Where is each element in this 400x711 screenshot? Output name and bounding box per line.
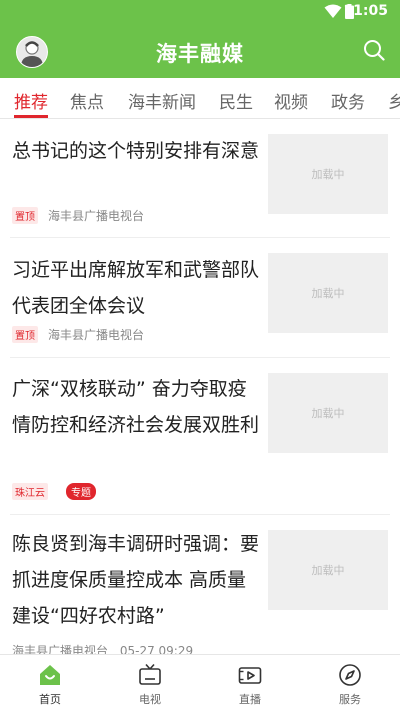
source-badge: 珠江云 xyxy=(12,483,48,500)
pinned-badge: 置顶 xyxy=(12,326,38,343)
thumbnail-loading-text: 加载中 xyxy=(311,168,345,181)
article-thumbnail[interactable]: 加载中 xyxy=(268,134,388,214)
article-meta: 置顶 海丰县广播电视台 xyxy=(12,326,144,343)
bottom-navigation: 首页 电视 直播 服务 xyxy=(0,654,400,711)
app-title: 海丰融媒 xyxy=(156,42,244,66)
nav-live[interactable]: 直播 xyxy=(200,655,300,711)
thumbnail-loading-text: 加载中 xyxy=(311,407,345,420)
thumbnail-loading-text: 加载中 xyxy=(311,287,345,300)
article-title[interactable]: 广深“双核联动” 奋力夺取疫情防控和经济社会发展双胜利 xyxy=(12,371,260,443)
article-meta: 珠江云 专题 xyxy=(12,483,96,500)
nav-services[interactable]: 服务 xyxy=(300,655,400,711)
article-title[interactable]: 总书记的这个特别安排有深意 xyxy=(12,133,260,169)
wifi-icon xyxy=(324,4,342,18)
article-source: 海丰县广播电视台 xyxy=(48,209,145,223)
tab-focus[interactable]: 焦点 xyxy=(70,88,104,113)
search-icon[interactable] xyxy=(362,38,386,62)
status-bar: 11:05 xyxy=(0,0,400,24)
nav-live-label: 直播 xyxy=(239,693,261,706)
article-time: 05-27 09:29 xyxy=(119,644,194,654)
status-time: 11:05 xyxy=(343,3,388,19)
article-item[interactable]: 陈良贤到海丰调研时强调：要抓进度保质量控成本 高质量建设“四好农村路” 加载中 … xyxy=(10,514,390,654)
nav-tv[interactable]: 电视 xyxy=(100,655,200,711)
tab-haifeng-news[interactable]: 海丰新闻 xyxy=(128,88,196,113)
active-tab-indicator xyxy=(14,115,48,118)
tv-icon xyxy=(139,663,161,685)
pinned-badge: 置顶 xyxy=(12,207,38,224)
home-icon xyxy=(40,665,60,685)
tab-video[interactable]: 视频 xyxy=(274,88,308,113)
tab-recommend[interactable]: 推荐 xyxy=(14,88,48,113)
article-meta: 置顶 海丰县广播电视台 xyxy=(12,207,144,224)
nav-services-label: 服务 xyxy=(339,693,361,706)
article-meta: 海丰县广播电视台 05-27 09:29 xyxy=(12,642,193,654)
nav-tv-label: 电视 xyxy=(139,693,161,706)
compass-icon xyxy=(339,664,361,686)
article-source: 海丰县广播电视台 xyxy=(48,328,145,342)
news-feed: 总书记的这个特别安排有深意 加载中 置顶 海丰县广播电视台 习近平出席解放军和武警… xyxy=(0,119,400,654)
article-title[interactable]: 陈良贤到海丰调研时强调：要抓进度保质量控成本 高质量建设“四好农村路” xyxy=(12,526,260,634)
article-thumbnail[interactable]: 加载中 xyxy=(268,373,388,453)
tab-township[interactable]: 乡 xyxy=(388,88,400,113)
nav-home-label: 首页 xyxy=(39,693,61,706)
tab-livelihood[interactable]: 民生 xyxy=(219,88,253,113)
app-header: 海丰融媒 xyxy=(0,24,400,78)
topic-tag: 专题 xyxy=(66,483,96,500)
article-title[interactable]: 习近平出席解放军和武警部队代表团全体会议 xyxy=(12,252,260,324)
article-thumbnail[interactable]: 加载中 xyxy=(268,253,388,333)
article-item[interactable]: 习近平出席解放军和武警部队代表团全体会议 加载中 置顶 海丰县广播电视台 xyxy=(10,237,390,358)
thumbnail-loading-text: 加载中 xyxy=(311,564,345,577)
live-video-icon xyxy=(238,667,262,684)
article-thumbnail[interactable]: 加载中 xyxy=(268,530,388,610)
nav-home[interactable]: 首页 xyxy=(0,655,100,711)
article-source: 海丰县广播电视台 xyxy=(12,644,109,654)
tab-government[interactable]: 政务 xyxy=(331,88,365,113)
article-item[interactable]: 总书记的这个特别安排有深意 加载中 置顶 海丰县广播电视台 xyxy=(10,119,390,238)
category-tabs: 推荐 焦点 海丰新闻 民生 视频 政务 乡 xyxy=(0,78,400,119)
article-item[interactable]: 广深“双核联动” 奋力夺取疫情防控和经济社会发展双胜利 加载中 珠江云 专题 xyxy=(10,357,390,515)
